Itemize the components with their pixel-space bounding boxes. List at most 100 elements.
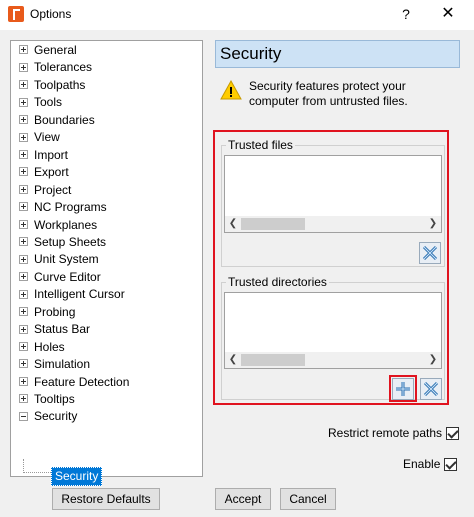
expand-icon[interactable] bbox=[19, 62, 28, 72]
title-bar: Options ? ✕ bbox=[0, 0, 474, 30]
accept-button[interactable]: Accept bbox=[215, 488, 271, 510]
expand-icon[interactable] bbox=[19, 45, 28, 55]
tree-item-probing[interactable]: Probing bbox=[19, 304, 75, 321]
remove-trusted-file-icon[interactable] bbox=[419, 242, 441, 264]
tree-item-unit-system[interactable]: Unit System bbox=[19, 251, 99, 268]
tree-item-label: Feature Detection bbox=[34, 374, 130, 389]
expand-icon[interactable] bbox=[19, 307, 28, 317]
scroll-thumb[interactable] bbox=[241, 218, 305, 230]
tree-item-simulation[interactable]: Simulation bbox=[19, 356, 90, 373]
expand-icon[interactable] bbox=[19, 115, 28, 125]
expand-icon[interactable] bbox=[19, 150, 28, 160]
expand-icon[interactable] bbox=[19, 272, 28, 282]
tree-item-label: Simulation bbox=[34, 357, 91, 372]
enable-label: Enable bbox=[403, 457, 441, 471]
tree-item-label: Status Bar bbox=[34, 322, 91, 337]
remove-trusted-directory-icon[interactable] bbox=[420, 378, 442, 400]
tree-item-holes[interactable]: Holes bbox=[19, 339, 65, 356]
expand-icon[interactable] bbox=[19, 132, 28, 142]
close-button[interactable]: ✕ bbox=[436, 4, 460, 24]
tree-item-label: Import bbox=[34, 147, 69, 162]
expand-icon[interactable] bbox=[19, 394, 28, 404]
collapse-icon[interactable] bbox=[19, 411, 28, 421]
app-icon bbox=[8, 6, 24, 22]
tree-item-label: Holes bbox=[34, 339, 65, 354]
tree-item-export[interactable]: Export bbox=[19, 164, 69, 181]
page-title: Security bbox=[215, 40, 460, 68]
tree-item-import[interactable]: Import bbox=[19, 147, 68, 164]
expand-icon[interactable] bbox=[19, 167, 28, 177]
warning-icon bbox=[220, 80, 242, 100]
cancel-button[interactable]: Cancel bbox=[280, 488, 336, 510]
options-tree[interactable]: Security General Tolerances Toolpaths Tools… bbox=[10, 40, 203, 486]
expand-icon[interactable] bbox=[19, 254, 28, 264]
restrict-remote-paths-label: Restrict remote paths bbox=[328, 426, 443, 440]
expand-icon[interactable] bbox=[19, 184, 28, 194]
tree-item-curve-editor[interactable]: Curve Editor bbox=[19, 269, 101, 286]
tree-item-label: Tolerances bbox=[34, 60, 93, 75]
tree-item-nc-programs[interactable]: NC Programs bbox=[19, 199, 107, 216]
tree-item-label: Toolpaths bbox=[34, 77, 86, 92]
warning-text: Security features protect your computer … bbox=[249, 79, 408, 108]
tree-item-label: Export bbox=[34, 165, 69, 180]
scroll-left-icon[interactable]: ❮ bbox=[225, 216, 241, 232]
horizontal-scrollbar[interactable]: ❮ ❯ bbox=[225, 352, 441, 368]
tree-item-general[interactable]: General bbox=[19, 42, 77, 59]
expand-icon[interactable] bbox=[19, 219, 28, 229]
expand-icon[interactable] bbox=[19, 359, 28, 369]
tree-item-label: View bbox=[34, 130, 60, 145]
tree-item-label: Security bbox=[34, 409, 78, 424]
tree-item-setup-sheets[interactable]: Setup Sheets bbox=[19, 234, 106, 251]
tree-item-label: Tooltips bbox=[34, 392, 75, 406]
tree-item-label: General bbox=[34, 43, 77, 57]
window-title: Options bbox=[30, 7, 72, 21]
tree-item-status-bar[interactable]: Status Bar bbox=[19, 321, 90, 338]
expand-icon[interactable] bbox=[19, 97, 28, 107]
trusted-files-label: Trusted files bbox=[226, 138, 295, 152]
trusted-files-list[interactable]: ❮ ❯ bbox=[224, 155, 442, 233]
tree-item-boundaries[interactable]: Boundaries bbox=[19, 112, 95, 129]
tree-item-label: Curve Editor bbox=[34, 269, 101, 284]
add-button-highlight bbox=[389, 375, 417, 402]
tree-item-label: NC Programs bbox=[34, 200, 107, 215]
tree-item-tooltips[interactable]: Tooltips bbox=[19, 391, 75, 408]
tree-item-security[interactable]: Security bbox=[19, 408, 77, 425]
tree-item-label: Workplanes bbox=[34, 217, 98, 232]
expand-icon[interactable] bbox=[19, 341, 28, 351]
enable-row[interactable]: Enable bbox=[403, 457, 458, 472]
restore-defaults-button[interactable]: Restore Defaults bbox=[52, 488, 160, 510]
tree-item-label: Intelligent Cursor bbox=[34, 287, 125, 302]
tree-item-tolerances[interactable]: Tolerances bbox=[19, 59, 92, 76]
restrict-remote-paths-row[interactable]: Restrict remote paths bbox=[328, 426, 460, 441]
scroll-right-icon[interactable]: ❯ bbox=[425, 352, 441, 368]
trusted-dirs-list[interactable]: ❮ ❯ bbox=[224, 292, 442, 369]
expand-icon[interactable] bbox=[19, 376, 28, 386]
expand-icon[interactable] bbox=[19, 202, 28, 212]
expand-icon[interactable] bbox=[19, 80, 28, 90]
tree-item-label: Unit System bbox=[34, 252, 99, 267]
trusted-dirs-label: Trusted directories bbox=[226, 275, 329, 289]
horizontal-scrollbar[interactable]: ❮ ❯ bbox=[225, 216, 441, 232]
tree-item-label: Project bbox=[34, 182, 72, 197]
tree-item-tools[interactable]: Tools bbox=[19, 94, 62, 111]
tree-item-security-selected[interactable]: Security bbox=[51, 467, 103, 486]
scroll-left-icon[interactable]: ❮ bbox=[225, 352, 241, 368]
tree-item-toolpaths[interactable]: Toolpaths bbox=[19, 77, 85, 94]
tree-item-label: Boundaries bbox=[34, 112, 95, 127]
scroll-thumb[interactable] bbox=[241, 354, 305, 366]
expand-icon[interactable] bbox=[19, 289, 28, 299]
tree-guide-line bbox=[23, 472, 51, 474]
tree-item-feature-detection[interactable]: Feature Detection bbox=[19, 374, 129, 391]
restrict-remote-paths-checkbox[interactable] bbox=[446, 427, 460, 441]
tree-item-workplanes[interactable]: Workplanes bbox=[19, 217, 97, 234]
help-button[interactable]: ? bbox=[396, 4, 416, 24]
scroll-right-icon[interactable]: ❯ bbox=[425, 216, 441, 232]
tree-item-intelligent-cursor[interactable]: Intelligent Cursor bbox=[19, 286, 125, 303]
tree-guide-line bbox=[23, 459, 25, 473]
tree-item-project[interactable]: Project bbox=[19, 182, 71, 199]
expand-icon[interactable] bbox=[19, 324, 28, 334]
tree-item-view[interactable]: View bbox=[19, 129, 60, 146]
tree-item-label: Probing bbox=[34, 304, 76, 319]
expand-icon[interactable] bbox=[19, 237, 28, 247]
enable-checkbox[interactable] bbox=[444, 458, 458, 472]
